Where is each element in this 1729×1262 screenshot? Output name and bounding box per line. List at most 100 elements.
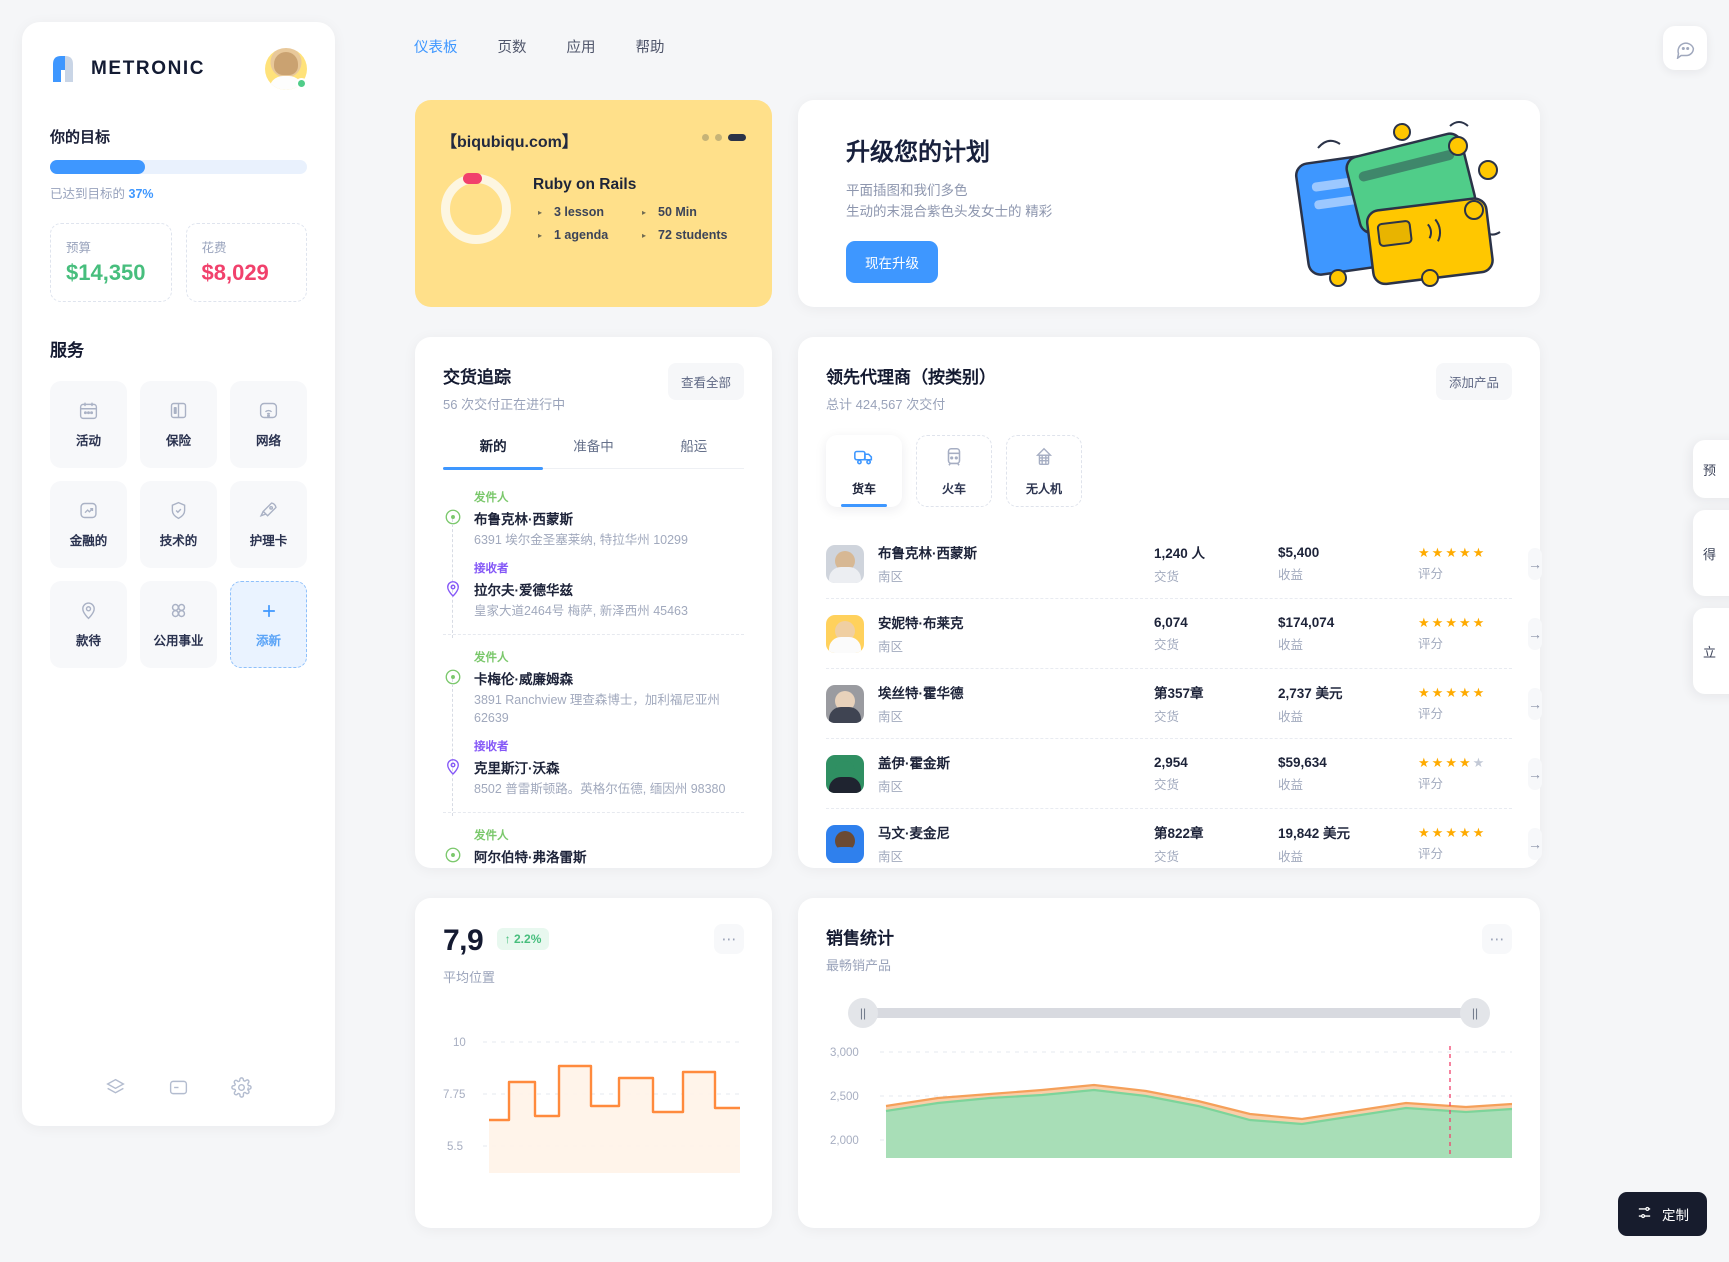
layers-icon[interactable] [105, 1077, 126, 1098]
sidebar: METRONIC 你的目标 已达到目标的 37% 预算 $14,350 花费 $… [22, 22, 335, 1126]
category-tab-drone[interactable]: 无人机 [1006, 435, 1082, 507]
stat-spent: 花费 $8,029 [185, 223, 307, 302]
customize-button[interactable]: 定制 [1618, 1192, 1707, 1236]
add-product-button[interactable]: 添加产品 [1435, 363, 1512, 400]
sender-address: 6391 埃尔金圣塞莱纳, 特拉华州 10299 [474, 533, 688, 547]
course-meta-label: 3 lesson [554, 205, 605, 219]
arrow-right-icon[interactable]: → [1528, 687, 1542, 720]
pager-dot[interactable] [702, 134, 709, 141]
deliveries-label: 交货 [1154, 637, 1180, 652]
upgrade-title: 升级您的计划 [846, 139, 990, 166]
nav-item-apps[interactable]: 应用 [567, 36, 596, 57]
rail-card-1[interactable]: 预 [1693, 440, 1729, 498]
table-row[interactable]: 安妮特·布莱克 南区 6,074 交货 $174,074 收益 ★ ★ ★ ★ ★ 评分… [826, 599, 1542, 669]
range-slider[interactable]: || || [848, 998, 1490, 1028]
category-tab-truck[interactable]: 货车 [826, 435, 902, 507]
ring-marker [463, 173, 482, 184]
sidebar-header: METRONIC [50, 48, 307, 90]
service-tile-financial[interactable]: 金融的 [50, 481, 127, 568]
deliveries-label: 交货 [1154, 710, 1180, 724]
rail-card-label: 立 [1703, 644, 1717, 660]
service-tile-carecard[interactable]: 护理卡 [230, 481, 307, 568]
arrow-right-icon[interactable]: → [1528, 757, 1542, 790]
goal-progress-label: 已达到目标的 37% [50, 183, 307, 202]
book-icon [168, 400, 189, 421]
average-position-card: 7,9 ↑ 2.2% 平均位置 ⋯ 10 7.75 5.5 [415, 898, 772, 1228]
course-meta-item: ▸ 72 students [637, 228, 727, 242]
course-card-pagination[interactable] [702, 134, 746, 141]
view-all-button[interactable]: 查看全部 [667, 363, 744, 400]
leading-agents-card: 领先代理商（按类别） 总计 424,567 次交付 添加产品 货车 火车 无人机 [798, 337, 1542, 868]
ellipsis-icon[interactable]: ⋯ [1482, 924, 1512, 954]
receiver-address: 8502 普雷斯顿路。英格尔伍德, 缅因州 98380 [474, 782, 726, 796]
nav-item-pages[interactable]: 页数 [498, 36, 527, 57]
agent-revenue: 19,842 美元 收益 [1278, 822, 1418, 865]
map-pin-icon [78, 600, 99, 621]
upgrade-plan-card: 升级您的计划 平面插图和我们多色 生动的末混合紫色头发女士的 精彩 现在升级 [798, 100, 1540, 307]
wifi-icon [258, 400, 279, 421]
note-icon[interactable] [168, 1077, 189, 1098]
agent-region: 南区 [878, 570, 904, 584]
agent-name: 盖伊·霍金斯 [878, 756, 950, 771]
deliveries-label: 交货 [1154, 850, 1180, 864]
sales-card-header: 销售统计 最畅销产品 ⋯ [826, 924, 1512, 974]
service-tile-technical[interactable]: 技术的 [140, 481, 217, 568]
avatar [826, 684, 864, 723]
avg-delta-badge: ↑ 2.2% [496, 928, 550, 950]
arrow-right-icon[interactable]: → [1528, 617, 1542, 650]
nav-item-help[interactable]: 帮助 [636, 36, 665, 57]
arrow-right-icon[interactable]: → [1528, 827, 1542, 860]
range-slider-handle-left[interactable]: || [848, 998, 878, 1028]
pager-dot-active[interactable] [728, 134, 746, 141]
rating-label: 评分 [1418, 706, 1444, 721]
delivery-tab-shipping[interactable]: 船运 [644, 435, 744, 468]
category-label: 货车 [851, 481, 876, 496]
service-tile-network[interactable]: 网络 [230, 381, 307, 468]
delivery-tab-preparing[interactable]: 准备中 [543, 435, 643, 468]
service-tile-add-new[interactable]: 添新 [230, 581, 307, 668]
service-tile-activity[interactable]: 活动 [50, 381, 127, 468]
plus-icon [259, 601, 279, 621]
upgrade-now-button[interactable]: 现在升级 [846, 240, 938, 283]
category-label: 无人机 [1025, 481, 1062, 496]
rail-card-label: 预 [1703, 462, 1717, 478]
table-row[interactable]: 盖伊·霍金斯 南区 2,954 交货 $59,634 收益 ★ ★ ★ ★ ★ 评分 → [826, 739, 1542, 809]
agent-deliveries: 6,074 交货 [1154, 615, 1278, 653]
deliveries-value: 2,954 [1154, 754, 1188, 770]
category-tab-train[interactable]: 火车 [916, 435, 992, 507]
delivery-tab-new[interactable]: 新的 [443, 435, 544, 470]
service-tile-insurance[interactable]: 保险 [140, 381, 217, 468]
arrow-right-icon[interactable]: → [1528, 547, 1542, 580]
sidebar-footer [22, 1077, 335, 1098]
svg-text:7.75: 7.75 [443, 1089, 465, 1101]
stat-budget: 预算 $14,350 [50, 223, 172, 302]
table-row[interactable]: 马文·麦金尼 南区 第822章 交货 19,842 美元 收益 ★ ★ ★ ★ ★ 评分… [826, 809, 1542, 878]
stat-budget-label: 预算 [66, 241, 92, 255]
rail-card-label: 得 [1703, 546, 1717, 562]
avatar[interactable] [265, 48, 307, 90]
table-row[interactable]: 布鲁克林·西蒙斯 南区 1,240 人 交货 $5,400 收益 ★ ★ ★ ★ ★ 评… [826, 529, 1542, 599]
table-row[interactable]: 埃丝特·霍华德 南区 第357章 交货 2,737 美元 收益 ★ ★ ★ ★ ★ 评分… [826, 669, 1542, 739]
shield-check-icon [168, 500, 189, 521]
agent-name: 布鲁克林·西蒙斯 [878, 546, 977, 561]
course-card-header: 【biqubiqu.com】 [441, 128, 746, 152]
revenue-label: 收益 [1278, 567, 1304, 582]
agent-rating: ★ ★ ★ ★ ★ 评分 [1418, 686, 1528, 722]
range-slider-handle-right[interactable]: || [1460, 998, 1490, 1028]
brand[interactable]: METRONIC [50, 55, 205, 83]
agents-card-header: 领先代理商（按类别） 总计 424,567 次交付 添加产品 [826, 363, 1512, 413]
average-position-chart: 10 7.75 5.5 [443, 1037, 740, 1173]
service-tile-utilities[interactable]: 公用事业 [140, 581, 217, 668]
gear-icon[interactable] [231, 1077, 252, 1098]
agent-identity: 埃丝特·霍华德 南区 [878, 682, 1154, 725]
rail-card-3[interactable]: 立 [1693, 608, 1729, 694]
chat-bubble-icon[interactable] [1663, 26, 1707, 70]
agent-region: 南区 [878, 710, 904, 724]
pager-dot[interactable] [715, 134, 722, 141]
service-tile-hospitality[interactable]: 款待 [50, 581, 127, 668]
avg-card-header: 7,9 ↑ 2.2% 平均位置 ⋯ [443, 924, 744, 986]
ellipsis-icon[interactable]: ⋯ [714, 924, 744, 954]
rail-card-2[interactable]: 得 [1693, 510, 1729, 596]
nav-item-dashboard[interactable]: 仪表板 [414, 36, 458, 57]
train-icon [943, 446, 965, 473]
